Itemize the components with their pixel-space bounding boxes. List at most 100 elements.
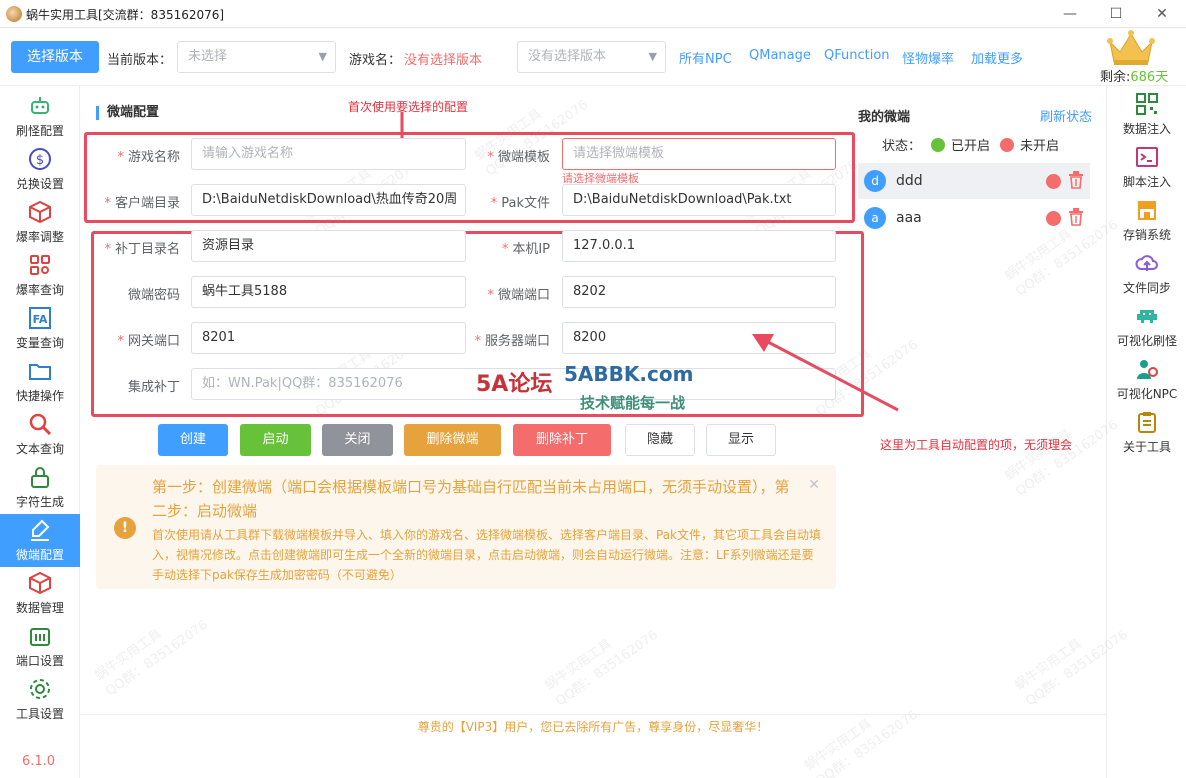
grid-search-icon bbox=[30, 255, 50, 275]
footer-divider bbox=[80, 714, 1106, 715]
app-version: 6.1.0 bbox=[22, 754, 56, 769]
show-button[interactable]: 显示 bbox=[706, 424, 776, 456]
link-monster-drop[interactable]: 怪物爆率 bbox=[902, 48, 954, 67]
vip-footer-message: 尊贵的【VIP3】用户，您已去除所有广告，尊享身份，尽显奢华！ bbox=[417, 720, 769, 734]
rsidebar-item-label: 可视化NPC bbox=[1116, 387, 1178, 401]
game-version-select[interactable]: 没有选择版本 ▼ bbox=[517, 41, 666, 73]
watermark-text: QQ群：835162076 bbox=[1013, 417, 1121, 500]
start-button[interactable]: 启动 bbox=[240, 424, 311, 456]
sidebar-item-label: 快捷操作 bbox=[15, 389, 64, 403]
pak-file-field-label: * Pak文件 bbox=[490, 196, 550, 211]
lock-icon bbox=[31, 467, 49, 488]
annotation-arrow-left bbox=[752, 334, 899, 412]
warning-icon: ! bbox=[114, 517, 136, 539]
link-load-more[interactable]: 加载更多 bbox=[971, 48, 1023, 67]
sidebar-item-variable-query[interactable]: FA 变量查询 bbox=[0, 302, 80, 355]
sidebar-item-text-query[interactable]: 文本查询 bbox=[0, 408, 80, 461]
client-status-dot bbox=[1046, 211, 1061, 226]
rsidebar-item-visual-monster[interactable]: 可视化刷怪 bbox=[1107, 302, 1186, 355]
snail-app-icon bbox=[6, 6, 22, 22]
rsidebar-item-store[interactable]: 存销系统 bbox=[1107, 196, 1186, 249]
toolbar: 选择版本 当前版本： 未选择 ▼ 游戏名： 没有选择版本 没有选择版本 ▼ 所有… bbox=[0, 28, 1186, 86]
current-version-placeholder: 未选择 bbox=[188, 49, 228, 64]
sidebar-item-quick-ops[interactable]: 快捷操作 bbox=[0, 355, 80, 408]
patch-dir-field-label: * 补丁目录名 bbox=[104, 242, 180, 257]
client-dir-input[interactable]: D:\BaiduNetdiskDownload\热血传奇20周 bbox=[191, 184, 466, 216]
close-icon[interactable]: ✕ bbox=[1152, 4, 1172, 24]
cube-icon bbox=[29, 571, 51, 595]
sidebar-item-client-config[interactable]: 微端配置 bbox=[0, 514, 80, 567]
left-sidebar: 刷怪配置 $ 兑换设置 爆率调整 爆率查询 FA 变量查询 快捷操作 文本查询 … bbox=[0, 86, 80, 778]
delete-client-button[interactable]: 删除微端 bbox=[404, 424, 501, 456]
clipboard-icon bbox=[1138, 412, 1156, 433]
brush-icon bbox=[31, 519, 50, 541]
sidebar-item-port-settings[interactable]: 端口设置 bbox=[0, 620, 80, 673]
port-input[interactable]: 8202 bbox=[562, 276, 836, 308]
hide-button[interactable]: 隐藏 bbox=[625, 424, 695, 456]
status-on-label: 已开启 bbox=[951, 139, 991, 154]
status-off-label: 未开启 bbox=[1020, 139, 1060, 154]
invader-icon bbox=[1137, 310, 1157, 323]
create-button[interactable]: 创建 bbox=[158, 424, 228, 456]
robot-icon bbox=[31, 97, 49, 114]
watermark-text: 蜗牛实用工具 bbox=[542, 636, 615, 694]
rsidebar-item-data-inject[interactable]: 数据注入 bbox=[1107, 90, 1186, 143]
gateway-port-input[interactable]: 8201 bbox=[191, 322, 466, 354]
trash-icon[interactable] bbox=[1068, 171, 1084, 189]
store-icon bbox=[1138, 201, 1156, 220]
dollar-icon: $ bbox=[29, 148, 51, 170]
remain-label: 剩余: bbox=[1100, 70, 1131, 85]
link-qmanage[interactable]: QManage bbox=[749, 48, 811, 63]
sidebar-item-label: 端口设置 bbox=[15, 654, 64, 668]
sidebar-item-char-gen[interactable]: 字符生成 bbox=[0, 461, 80, 514]
sidebar-item-tool-settings[interactable]: 工具设置 bbox=[0, 673, 80, 726]
patch-dir-input[interactable]: 资源目录 bbox=[191, 230, 466, 262]
rsidebar-item-visual-npc[interactable]: 可视化NPC bbox=[1107, 355, 1186, 408]
port-field-label: * 微端端口 bbox=[487, 288, 550, 303]
forum-logo-slogan: 技术赋能每一战 bbox=[580, 394, 686, 412]
current-version-select[interactable]: 未选择 ▼ bbox=[177, 41, 336, 73]
remaining-days: 剩余:686天 bbox=[1100, 66, 1168, 85]
current-version-label: 当前版本： bbox=[107, 53, 173, 68]
link-all-npc[interactable]: 所有NPC bbox=[679, 48, 732, 67]
sidebar-item-drop-adjust[interactable]: 爆率调整 bbox=[0, 196, 80, 249]
sidebar-item-data-manage[interactable]: 数据管理 bbox=[0, 567, 80, 620]
rsidebar-item-label: 文件同步 bbox=[1122, 281, 1171, 295]
variable-icon: FA bbox=[29, 307, 51, 329]
rsidebar-item-about[interactable]: 关于工具 bbox=[1107, 408, 1186, 461]
rsidebar-item-script-inject[interactable]: 脚本注入 bbox=[1107, 143, 1186, 196]
pak-file-input[interactable]: D:\BaiduNetdiskDownload\Pak.txt bbox=[562, 184, 836, 216]
link-qfunction[interactable]: QFunction bbox=[824, 48, 890, 63]
client-list-item[interactable]: a aaa bbox=[858, 200, 1090, 236]
crown-icon bbox=[1107, 30, 1155, 65]
minimize-icon[interactable]: — bbox=[1060, 4, 1080, 24]
avatar: a bbox=[864, 207, 886, 229]
template-select[interactable]: 请选择微端模板 bbox=[562, 138, 836, 170]
alert-title: 第一步：创建微端（端口会根据模板端口号为基础自行匹配当前未占用端口，无须手动设置… bbox=[152, 478, 790, 520]
alert-close-icon[interactable]: ✕ bbox=[808, 477, 820, 493]
right-sidebar: 数据注入 脚本注入 存销系统 文件同步 可视化刷怪 可视化NPC 关于工具 bbox=[1106, 86, 1186, 778]
status-off-dot bbox=[1000, 138, 1015, 152]
client-list-item[interactable]: d ddd bbox=[858, 163, 1090, 199]
rsidebar-item-label: 数据注入 bbox=[1122, 122, 1171, 136]
password-input[interactable]: 蜗牛工具5188 bbox=[191, 276, 466, 308]
close-button[interactable]: 关闭 bbox=[322, 424, 393, 456]
svg-text:$: $ bbox=[36, 153, 44, 168]
delete-patch-button[interactable]: 删除补丁 bbox=[513, 424, 611, 456]
trash-icon[interactable] bbox=[1068, 208, 1084, 226]
sidebar-item-monster-config[interactable]: 刷怪配置 bbox=[0, 90, 80, 143]
sidebar-item-exchange[interactable]: $ 兑换设置 bbox=[0, 143, 80, 196]
sidebar-item-drop-query[interactable]: 爆率查询 bbox=[0, 249, 80, 302]
alert-description: 首次使用请从工具群下载微端模板并导入、填入你的游戏名、选择微端模板、选择客户端目… bbox=[152, 528, 822, 582]
rsidebar-item-label: 脚本注入 bbox=[1122, 175, 1171, 189]
local-ip-input[interactable]: 127.0.0.1 bbox=[562, 230, 836, 262]
game-name-input[interactable]: 请输入游戏名称 bbox=[191, 138, 466, 170]
maximize-icon[interactable]: ☐ bbox=[1106, 4, 1126, 24]
refresh-status-link[interactable]: 刷新状态 bbox=[1040, 106, 1092, 125]
select-version-button[interactable]: 选择版本 bbox=[11, 41, 99, 73]
rsidebar-item-file-sync[interactable]: 文件同步 bbox=[1107, 249, 1186, 302]
avatar: d bbox=[864, 170, 886, 192]
sidebar-item-label: 字符生成 bbox=[15, 495, 64, 509]
window-title: 蜗牛实用工具[交流群：835162076] bbox=[26, 8, 225, 22]
client-name: ddd bbox=[896, 173, 923, 189]
